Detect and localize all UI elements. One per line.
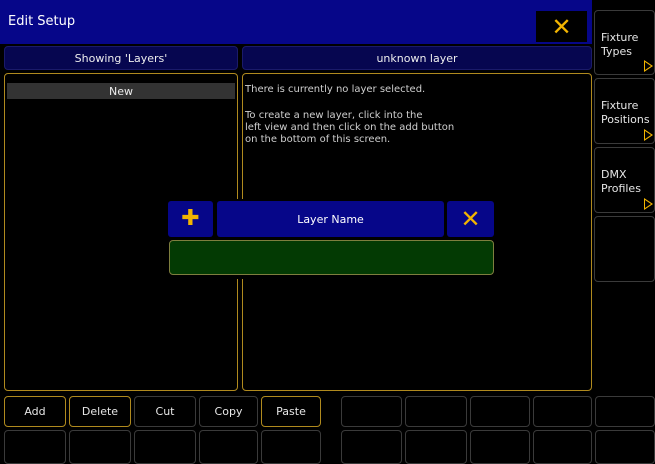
- dialog-close-button[interactable]: ✕: [447, 201, 494, 237]
- submenu-arrow-icon: [644, 198, 653, 210]
- submenu-arrow-icon: [644, 60, 653, 72]
- delete-button-label: Delete: [81, 405, 119, 418]
- add-button[interactable]: Add: [4, 396, 66, 427]
- layer-name-input[interactable]: [169, 240, 494, 275]
- empty-button-slot: [405, 430, 467, 464]
- left-panel-header: Showing 'Layers': [4, 46, 238, 70]
- paste-button[interactable]: Paste: [261, 396, 321, 427]
- empty-button-slot: [533, 396, 592, 427]
- title-bar: [0, 0, 592, 44]
- sidebar-item-fixture-positions[interactable]: Fixture Positions: [594, 78, 655, 144]
- close-icon: ✕: [460, 205, 481, 233]
- sidebar-item-label: Fixture Types: [601, 31, 639, 58]
- window-title: Edit Setup: [8, 14, 76, 29]
- paste-button-label: Paste: [276, 405, 306, 418]
- left-panel-header-label: Showing 'Layers': [74, 51, 168, 65]
- empty-button-slot: [69, 430, 131, 464]
- close-icon: ✕: [551, 12, 572, 41]
- empty-button-slot: [134, 430, 196, 464]
- copy-button[interactable]: Copy: [199, 396, 258, 427]
- info-message-line-1: There is currently no layer selected.: [245, 84, 426, 95]
- sidebar-empty-slot: [594, 216, 655, 282]
- empty-button-slot: [533, 430, 592, 464]
- info-message-line-2: To create a new layer, click into the: [245, 110, 423, 121]
- list-item-label: New: [109, 84, 133, 98]
- empty-button-slot: [470, 396, 530, 427]
- plus-icon: ✚: [181, 206, 200, 231]
- cut-button[interactable]: Cut: [134, 396, 196, 427]
- info-message-line-3: left view and then click on the add butt…: [245, 122, 455, 133]
- right-panel-header: unknown layer: [242, 46, 592, 70]
- empty-button-slot: [341, 430, 402, 464]
- empty-button-slot: [199, 430, 258, 464]
- info-message-line-4: on the bottom of this screen.: [245, 134, 391, 145]
- add-button-label: Add: [24, 405, 46, 418]
- empty-button-slot: [341, 396, 402, 427]
- dialog-title: Layer Name: [217, 201, 444, 237]
- sidebar-item-dmx-profiles[interactable]: DMX Profiles: [594, 147, 655, 213]
- add-layer-button[interactable]: ✚: [168, 201, 213, 237]
- submenu-arrow-icon: [644, 129, 653, 141]
- cut-button-label: Cut: [155, 405, 175, 418]
- empty-button-slot: [595, 396, 655, 427]
- empty-button-slot: [261, 430, 321, 464]
- sidebar-item-label: DMX Profiles: [601, 168, 641, 195]
- list-item-new[interactable]: New: [7, 83, 235, 99]
- sidebar-item-label: Fixture Positions: [601, 99, 650, 126]
- copy-button-label: Copy: [214, 405, 243, 418]
- sidebar-item-fixture-types[interactable]: Fixture Types: [594, 10, 655, 75]
- empty-button-slot: [405, 396, 467, 427]
- right-panel-header-label: unknown layer: [376, 51, 458, 65]
- empty-button-slot: [595, 430, 655, 464]
- empty-button-slot: [4, 430, 66, 464]
- dialog-title-label: Layer Name: [297, 212, 364, 226]
- close-button[interactable]: ✕: [536, 11, 587, 42]
- delete-button[interactable]: Delete: [69, 396, 131, 427]
- empty-button-slot: [470, 430, 530, 464]
